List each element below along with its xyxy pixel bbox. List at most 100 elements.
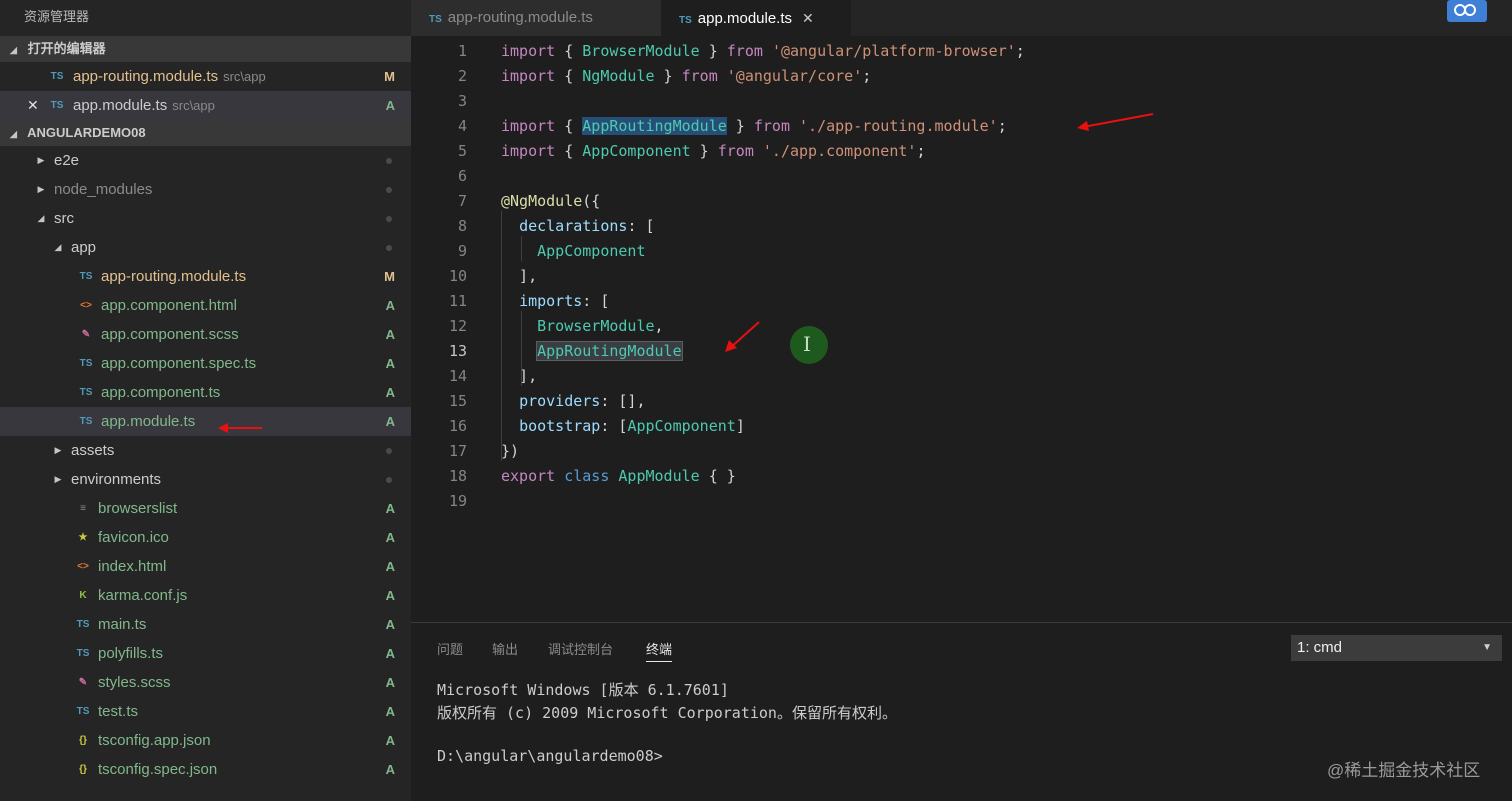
line-number: 1 — [457, 42, 467, 60]
folder-item[interactable]: ◢ app — [0, 233, 411, 262]
file-label: browserslist — [98, 500, 178, 517]
file-item[interactable]: TS polyfills.ts A — [0, 639, 411, 668]
tab-output[interactable]: 输出 — [492, 639, 518, 658]
code-line: 19 — [411, 489, 1411, 514]
code-content: AppComponent — [501, 239, 646, 264]
file-item[interactable]: <> index.html A — [0, 552, 411, 581]
cloud-icon[interactable] — [1447, 0, 1487, 22]
code-content: providers: [], — [501, 389, 646, 414]
code-token: import — [501, 67, 556, 85]
typescript-icon: TS — [429, 14, 442, 25]
code-token: : [ — [627, 217, 655, 235]
typescript-icon: TS — [79, 387, 93, 398]
code-token: { — [555, 67, 583, 85]
project-header[interactable]: ◢ ANGULARDEMO08 — [0, 120, 411, 146]
code-line: 14 ], — [411, 364, 1411, 389]
tab-problems[interactable]: 问题 — [437, 639, 463, 658]
tab-app-module[interactable]: TS app.module.ts ✕ — [661, 0, 851, 36]
file-item[interactable]: TS app.component.spec.ts A — [0, 349, 411, 378]
code-line: 4 import { AppRoutingModule } from './app… — [411, 114, 1411, 139]
line-number: 7 — [457, 192, 467, 210]
tab-debug-console[interactable]: 调试控制台 — [548, 639, 613, 658]
code-editor[interactable]: 1 import { BrowserModule } from '@angular… — [411, 36, 1512, 622]
file-item[interactable]: TS main.ts A — [0, 610, 411, 639]
chevron-right-icon: ▶ — [37, 184, 45, 194]
folder-label: assets — [71, 442, 115, 459]
folder-item[interactable]: ▶ environments — [0, 465, 411, 494]
annotation-arrow-icon — [218, 423, 262, 433]
close-icon[interactable]: ✕ — [802, 10, 814, 26]
typescript-icon: TS — [79, 271, 93, 282]
file-item[interactable]: ✎ styles.scss A — [0, 668, 411, 697]
close-icon[interactable]: ✕ — [27, 91, 39, 120]
explorer-sidebar: 资源管理器 ◢ 打开的编辑器 TS app-routing.module.ts sr… — [0, 0, 411, 801]
folder-item[interactable]: ◢ src — [0, 204, 411, 233]
code-token: { — [555, 42, 583, 60]
line-number: 17 — [448, 442, 467, 460]
file-item[interactable]: ✎ app.component.scss A — [0, 320, 411, 349]
code-token: } — [726, 117, 754, 135]
line-number: 8 — [457, 217, 467, 235]
file-item[interactable]: TS test.ts A — [0, 697, 411, 726]
file-label: app-routing.module.ts — [101, 268, 247, 285]
annotation-arrow-icon — [1077, 113, 1154, 131]
open-editor-item[interactable]: TS app-routing.module.ts src\app M — [0, 62, 411, 91]
code-token: : [ — [582, 292, 610, 310]
file-item[interactable]: TS app.module.ts A — [0, 407, 411, 436]
folder-item[interactable]: ▶ assets — [0, 436, 411, 465]
folder-status-dot — [386, 158, 392, 164]
git-status-badge: M — [384, 69, 395, 84]
file-item[interactable]: TS app-routing.module.ts M — [0, 262, 411, 291]
file-label: app.module.ts — [101, 413, 196, 430]
typescript-icon: TS — [50, 71, 64, 82]
code-token: export — [501, 467, 556, 485]
chevron-right-icon: ▶ — [54, 445, 62, 455]
code-token: ({ — [582, 192, 601, 210]
tab-app-routing-module[interactable]: TS app-routing.module.ts — [411, 0, 661, 36]
file-label: favicon.ico — [98, 529, 169, 546]
code-line: 6 — [411, 164, 1411, 189]
code-token: , — [654, 317, 664, 335]
file-item[interactable]: {} tsconfig.spec.json A — [0, 755, 411, 784]
code-token: { — [555, 117, 583, 135]
code-line: 11 imports: [ — [411, 289, 1411, 314]
git-status-badge: A — [385, 414, 395, 429]
line-number: 15 — [448, 392, 467, 410]
open-editor-item[interactable]: ✕ TS app.module.ts src\app A — [0, 91, 411, 120]
html-icon: <> — [77, 561, 89, 572]
file-item[interactable]: ★ favicon.ico A — [0, 523, 411, 552]
file-item[interactable]: {} tsconfig.app.json A — [0, 726, 411, 755]
annotation-arrow-icon — [725, 321, 760, 352]
file-label: app.module.ts — [73, 97, 168, 114]
file-item[interactable]: <> app.component.html A — [0, 291, 411, 320]
code-token: AppComponent — [537, 242, 646, 260]
line-number: 4 — [457, 117, 467, 135]
tab-terminal[interactable]: 终端 — [646, 639, 673, 662]
file-item[interactable]: Kkarma.conf.js A — [0, 581, 411, 610]
code-token: '@angular/platform-browser' — [771, 42, 1016, 60]
file-item[interactable]: ≡ browserslist A — [0, 494, 411, 523]
open-editors-header[interactable]: ◢ 打开的编辑器 — [0, 36, 411, 62]
code-token: AppComponent — [582, 142, 691, 160]
git-status-badge: A — [385, 98, 395, 113]
indent-guide — [501, 211, 502, 461]
chevron-down-icon: ▼ — [1482, 642, 1492, 653]
code-token: BrowserModule — [582, 42, 700, 60]
folder-item[interactable]: ▶ node_modules — [0, 175, 411, 204]
file-item[interactable]: TS app.component.ts A — [0, 378, 411, 407]
terminal-prompt[interactable]: D:\angular\angulardemo08> — [437, 747, 663, 765]
code-token: @NgModule — [501, 192, 583, 210]
code-token: : [], — [600, 392, 646, 410]
typescript-icon: TS — [79, 358, 93, 369]
code-token: './app.component' — [762, 142, 917, 160]
code-content: export class AppModule { } — [501, 464, 736, 489]
chevron-down-icon: ◢ — [10, 45, 17, 55]
file-label: karma.conf.js — [98, 587, 188, 604]
terminal-select[interactable]: 1: cmd ▼ — [1291, 635, 1502, 661]
folder-item[interactable]: ▶ e2e — [0, 146, 411, 175]
